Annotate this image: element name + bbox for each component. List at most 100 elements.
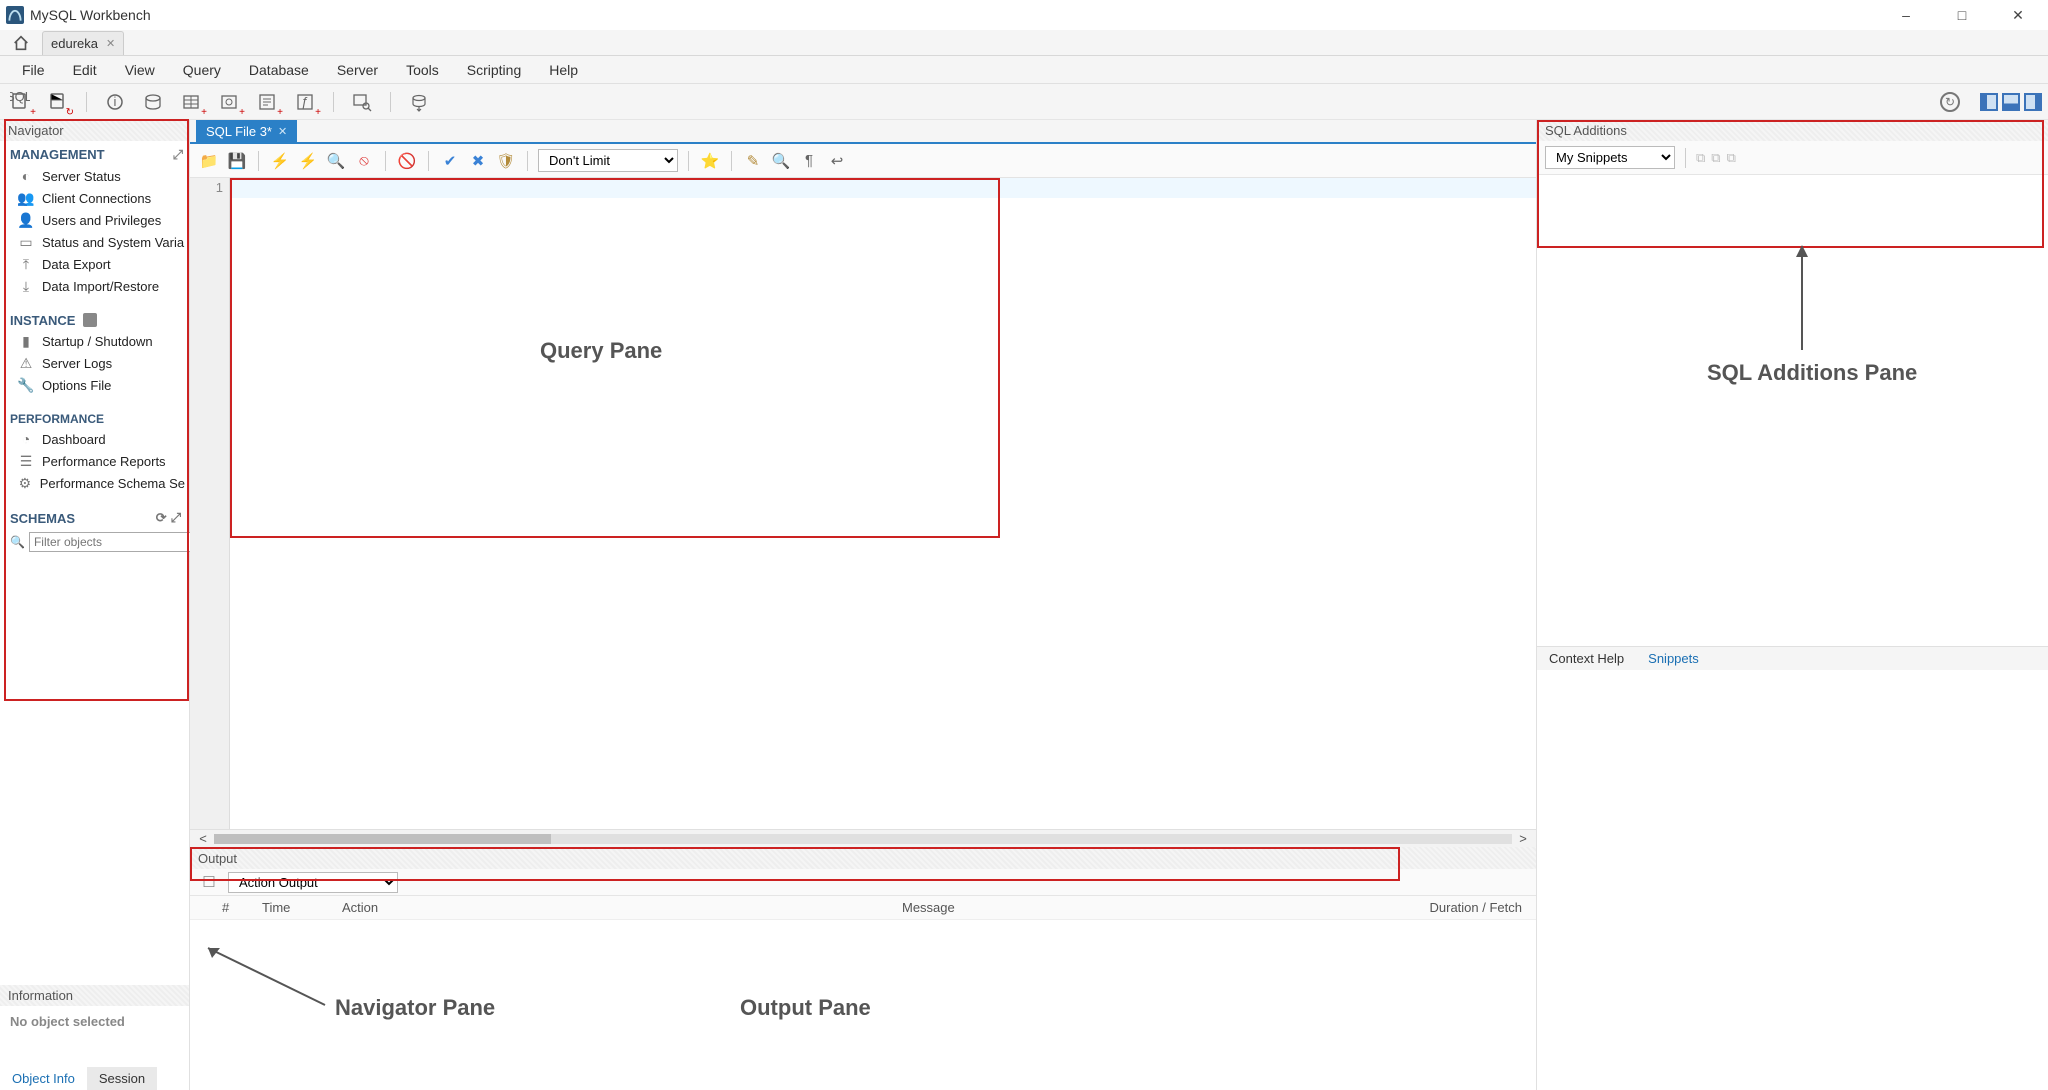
connection-tab-bar: edureka ✕ [0,30,2048,56]
menu-tools[interactable]: Tools [392,58,453,82]
user-icon: 👤 [18,212,34,228]
menu-scripting[interactable]: Scripting [453,58,535,82]
people-icon: 👥 [18,190,34,206]
editor-horizontal-scroll[interactable]: < > [190,829,1536,847]
sql-editor[interactable]: 1 Query Pane [190,178,1536,829]
execute-current-icon[interactable]: ⚡ [297,150,319,172]
scroll-track[interactable] [214,834,1512,844]
menu-help[interactable]: Help [535,58,592,82]
menu-view[interactable]: View [111,58,169,82]
connection-tab[interactable]: edureka ✕ [42,31,124,55]
menu-bar: File Edit View Query Database Server Too… [0,56,2048,84]
nav-data-export[interactable]: ⤒Data Export [0,253,189,275]
navigator-pane-label: Navigator Pane [335,995,495,1021]
update-icon[interactable]: ↻ [1940,92,1960,112]
create-view-icon[interactable]: + [215,88,243,116]
toggle-invisible-icon[interactable]: ¶ [798,150,820,172]
replace-snippet-icon[interactable]: ⧉ [1711,150,1720,166]
nav-performance-schema[interactable]: ⚙Performance Schema Se [0,472,189,494]
wrap-icon[interactable]: ↩ [826,150,848,172]
expand-schemas-icon[interactable]: ⤢ [171,510,181,526]
nav-client-connections[interactable]: 👥Client Connections [0,187,189,209]
nav-startup-shutdown[interactable]: ▮Startup / Shutdown [0,330,189,352]
sql-tab-label: SQL File 3* [206,124,272,139]
find-icon[interactable]: 🔍 [770,150,792,172]
toggle-limit-icon[interactable]: 🛡 [495,150,517,172]
scroll-thumb[interactable] [214,834,551,844]
nav-options-file[interactable]: 🔧Options File [0,374,189,396]
menu-query[interactable]: Query [169,58,235,82]
tab-context-help[interactable]: Context Help [1537,647,1636,670]
menu-file[interactable]: File [8,58,59,82]
create-procedure-icon[interactable]: + [253,88,281,116]
explain-icon[interactable]: 🔍 [325,150,347,172]
sql-additions-pane: SQL Additions My Snippets ⧉ ⧉ ⧉ SQL Addi… [1536,120,2048,1090]
home-button[interactable] [6,32,36,54]
nav-status-variables[interactable]: ▭Status and System Varia [0,231,189,253]
create-function-icon[interactable]: ƒ+ [291,88,319,116]
close-sql-tab-icon[interactable]: ✕ [278,125,287,138]
monitor-icon: ▭ [18,234,34,250]
tab-session[interactable]: Session [87,1067,157,1090]
scroll-right-icon[interactable]: > [1516,831,1530,846]
nav-data-import[interactable]: ⤓Data Import/Restore [0,275,189,297]
nav-server-logs[interactable]: ⚠Server Logs [0,352,189,374]
close-window-button[interactable]: ✕ [2004,4,2032,26]
open-file-icon[interactable]: 📁 [198,150,220,172]
rollback-icon[interactable]: ✖ [467,150,489,172]
limit-rows-select[interactable]: Don't Limit [538,149,678,172]
copy-snippet-icon[interactable]: ⧉ [1727,150,1736,166]
info-tabs: Object Info Session [0,1067,189,1090]
toggle-bottom-panel-button[interactable] [2002,93,2020,111]
close-tab-icon[interactable]: ✕ [106,37,115,50]
nav-dashboard[interactable]: ◔Dashboard [0,428,189,450]
scroll-left-icon[interactable]: < [196,831,210,846]
execute-icon[interactable]: ⚡ [269,150,291,172]
refresh-schemas-icon[interactable]: ⟳ [156,510,167,526]
output-table: # Time Action Message Duration / Fetch [190,896,1536,920]
col-time: Time [254,896,334,920]
reconnect-icon[interactable] [405,88,433,116]
create-schema-icon[interactable] [139,88,167,116]
tab-snippets[interactable]: Snippets [1636,647,1711,670]
favorite-icon[interactable]: ⭐ [699,150,721,172]
snippets-category-select[interactable]: My Snippets [1545,146,1675,169]
sql-additions-label: SQL Additions Pane [1707,360,1917,386]
code-area[interactable]: Query Pane [230,178,1536,829]
insert-snippet-icon[interactable]: ⧉ [1696,150,1705,166]
output-clear-icon[interactable]: ☐ [198,871,220,893]
additions-tabs: Context Help Snippets [1537,646,2048,670]
minimize-button[interactable]: – [1892,4,1920,26]
sql-file-tab[interactable]: SQL File 3* ✕ [196,120,297,142]
toggle-left-panel-button[interactable] [1980,93,1998,111]
filter-objects-input[interactable] [29,532,194,552]
create-table-icon[interactable]: + [177,88,205,116]
beautify-icon[interactable]: ✎ [742,150,764,172]
stop-icon[interactable]: ⦸ [353,150,375,172]
no-object-label: No object selected [0,1006,189,1037]
main-toolbar: SQL+ ↻ i + + + ƒ+ ↻ [0,84,2048,120]
open-sql-file-icon[interactable]: ↻ [44,88,72,116]
expand-icon[interactable]: ⤢ [173,147,183,163]
save-file-icon[interactable]: 💾 [226,150,248,172]
nav-performance-reports[interactable]: ☰Performance Reports [0,450,189,472]
nav-server-status[interactable]: ◐Server Status [0,165,189,187]
search-table-icon[interactable] [348,88,376,116]
commit-icon[interactable]: ✔ [439,150,461,172]
additions-header: SQL Additions [1537,120,2048,141]
menu-database[interactable]: Database [235,58,323,82]
warning-icon: ⚠ [18,355,34,371]
menu-server[interactable]: Server [323,58,392,82]
maximize-button[interactable]: □ [1948,4,1976,26]
menu-edit[interactable]: Edit [59,58,111,82]
inspector-icon[interactable]: i [101,88,129,116]
output-type-select[interactable]: Action Output [228,872,398,893]
instance-icon [83,313,97,327]
toggle-autocommit-icon[interactable]: 🚫 [396,150,418,172]
new-sql-tab-icon[interactable]: SQL+ [6,88,34,116]
tab-object-info[interactable]: Object Info [0,1067,87,1090]
nav-users-privileges[interactable]: 👤Users and Privileges [0,209,189,231]
svg-text:ƒ: ƒ [301,94,308,109]
window-title: MySQL Workbench [30,7,1892,23]
toggle-right-panel-button[interactable] [2024,93,2042,111]
